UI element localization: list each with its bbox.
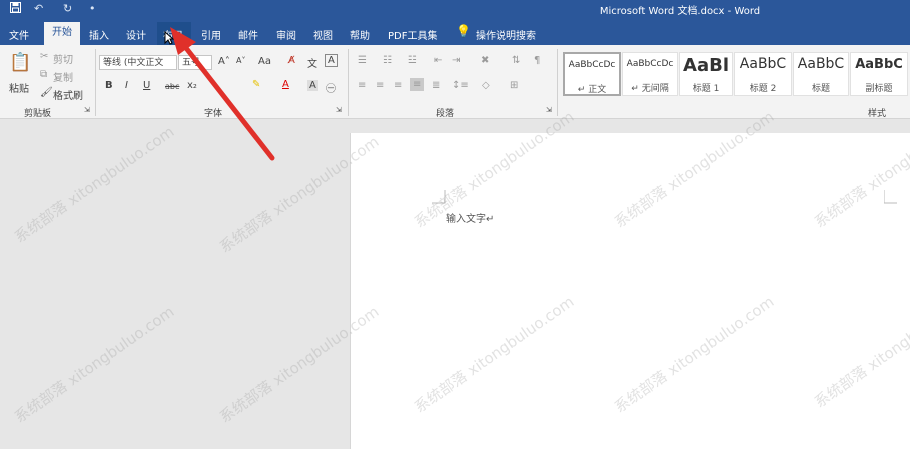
style-subtitle[interactable]: AaBbC 副标题 xyxy=(850,52,908,96)
enclose-char-icon[interactable]: ㊀ xyxy=(326,80,336,95)
clear-format-icon[interactable]: A̸ xyxy=(288,55,295,66)
borders-icon[interactable]: ⊞ xyxy=(510,80,518,91)
styles-group-label: 样式 xyxy=(868,109,887,119)
redo-icon[interactable]: ↻ xyxy=(63,2,72,15)
tab-design[interactable]: 设计 xyxy=(126,27,146,42)
style-name: 标题 2 xyxy=(749,84,777,94)
paste-button[interactable]: 粘贴 xyxy=(9,80,29,95)
window-title: Microsoft Word 文档.docx - Word xyxy=(599,6,761,17)
distributed-icon[interactable]: ≣ xyxy=(432,80,440,91)
chinese-layout-icon[interactable]: ✖ xyxy=(481,55,489,66)
change-case-button[interactable]: Aa xyxy=(258,56,271,67)
cut-button[interactable]: 剪切 xyxy=(53,51,73,66)
mouse-cursor-icon xyxy=(164,31,174,45)
paragraph-group-label: 段落 xyxy=(436,109,455,119)
font-size-combo[interactable]: 五号 xyxy=(178,55,212,70)
style-name: 副标题 xyxy=(865,84,893,94)
document-text[interactable]: 输入文字↵ xyxy=(446,210,494,225)
shrink-font-icon[interactable]: A˅ xyxy=(236,56,245,65)
italic-button[interactable]: I xyxy=(125,80,128,91)
undo-icon[interactable]: ↶ xyxy=(34,2,43,15)
margin-corner-mark xyxy=(884,190,897,204)
font-group-label: 字体 xyxy=(204,109,223,119)
style-sample: AaBbC xyxy=(855,57,903,72)
tell-me-search[interactable]: 操作说明搜索 xyxy=(476,27,536,42)
align-right-icon[interactable]: ≡ xyxy=(394,80,402,91)
copy-icon: ⧉ xyxy=(40,69,48,80)
clipboard-launcher-icon[interactable]: ⇲ xyxy=(84,106,90,114)
save-icon[interactable] xyxy=(10,2,21,16)
text-effects-icon[interactable]: ✦ xyxy=(212,81,219,90)
align-center-icon[interactable]: ≡ xyxy=(376,80,384,91)
underline-button[interactable]: U xyxy=(143,80,150,91)
phonetic-guide-icon[interactable]: 文 xyxy=(307,55,317,70)
show-marks-icon[interactable]: ¶ xyxy=(534,55,540,66)
style-name: ↵ 正文 xyxy=(577,85,607,95)
copy-button[interactable]: 复制 xyxy=(53,69,73,84)
lightbulb-icon: 💡 xyxy=(456,24,471,38)
paragraph-launcher-icon[interactable]: ⇲ xyxy=(546,106,552,114)
tab-help[interactable]: 帮助 xyxy=(350,27,370,42)
tab-review[interactable]: 审阅 xyxy=(276,27,296,42)
style-heading-2[interactable]: AaBbC 标题 2 xyxy=(734,52,792,96)
increase-indent-icon[interactable]: ⇥ xyxy=(452,55,460,66)
justify-icon[interactable]: ≡ xyxy=(410,78,425,91)
style-name: 标题 1 xyxy=(692,84,720,94)
tab-home[interactable]: 开始 xyxy=(44,22,80,45)
style-heading-1[interactable]: AaBl 标题 1 xyxy=(679,52,733,96)
tab-insert[interactable]: 插入 xyxy=(89,27,109,42)
font-launcher-icon[interactable]: ⇲ xyxy=(336,106,342,114)
customize-quick-access[interactable]: • xyxy=(89,2,96,15)
style-name: ↵ 无间隔 xyxy=(631,84,669,94)
decrease-indent-icon[interactable]: ⇤ xyxy=(434,55,442,66)
clipboard-group-label: 剪贴板 xyxy=(24,109,52,119)
style-normal[interactable]: AaBbCcDc ↵ 正文 xyxy=(563,52,621,96)
divider xyxy=(95,49,96,116)
paste-icon[interactable]: 📋 xyxy=(9,52,31,73)
sort-icon[interactable]: ⇅ xyxy=(512,55,520,66)
tab-mailings[interactable]: 邮件 xyxy=(238,27,258,42)
font-name-combo[interactable]: 等线 (中文正文 xyxy=(99,55,177,70)
grow-font-icon[interactable]: A˄ xyxy=(218,56,230,67)
style-no-spacing[interactable]: AaBbCcDc ↵ 无间隔 xyxy=(622,52,678,96)
subscript-button[interactable]: x₂ xyxy=(187,80,197,91)
format-painter-icon: 🖌 xyxy=(40,87,53,98)
highlight-icon[interactable]: ✎ xyxy=(252,79,260,90)
char-shading-icon[interactable]: A xyxy=(307,80,318,91)
tab-references[interactable]: 引用 xyxy=(201,27,221,42)
shading-icon[interactable]: ◇ xyxy=(482,80,490,91)
line-spacing-icon[interactable]: ↕≡ xyxy=(452,80,469,91)
numbering-icon[interactable]: ☷ xyxy=(383,55,392,66)
bold-button[interactable]: B xyxy=(105,80,113,91)
tab-file[interactable]: 文件 xyxy=(9,27,29,42)
title-bar: ↶ ↻ • Microsoft Word 文档.docx - Word xyxy=(0,0,910,20)
style-title[interactable]: AaBbC 标题 xyxy=(793,52,849,96)
style-sample: AaBbCcDc xyxy=(568,60,616,70)
strikethrough-button[interactable]: abc xyxy=(165,82,179,91)
format-painter-button[interactable]: 格式刷 xyxy=(53,87,83,102)
multilevel-list-icon[interactable]: ☳ xyxy=(408,55,417,66)
tab-pdf-tools[interactable]: PDF工具集 xyxy=(388,27,437,42)
font-color-button[interactable]: A xyxy=(282,79,289,90)
divider xyxy=(348,49,349,116)
style-sample: AaBbC xyxy=(739,56,787,72)
bullets-icon[interactable]: ☰ xyxy=(358,55,367,66)
tab-view[interactable]: 视图 xyxy=(313,27,333,42)
style-sample: AaBbC xyxy=(797,56,845,72)
style-sample: AaBbCcDc xyxy=(626,59,674,69)
divider xyxy=(557,49,558,116)
style-sample: AaBl xyxy=(683,55,729,76)
style-name: 标题 xyxy=(811,84,830,94)
char-border-icon[interactable]: A xyxy=(325,54,338,67)
cut-icon: ✂ xyxy=(40,51,49,62)
align-left-icon[interactable]: ≡ xyxy=(358,80,366,91)
